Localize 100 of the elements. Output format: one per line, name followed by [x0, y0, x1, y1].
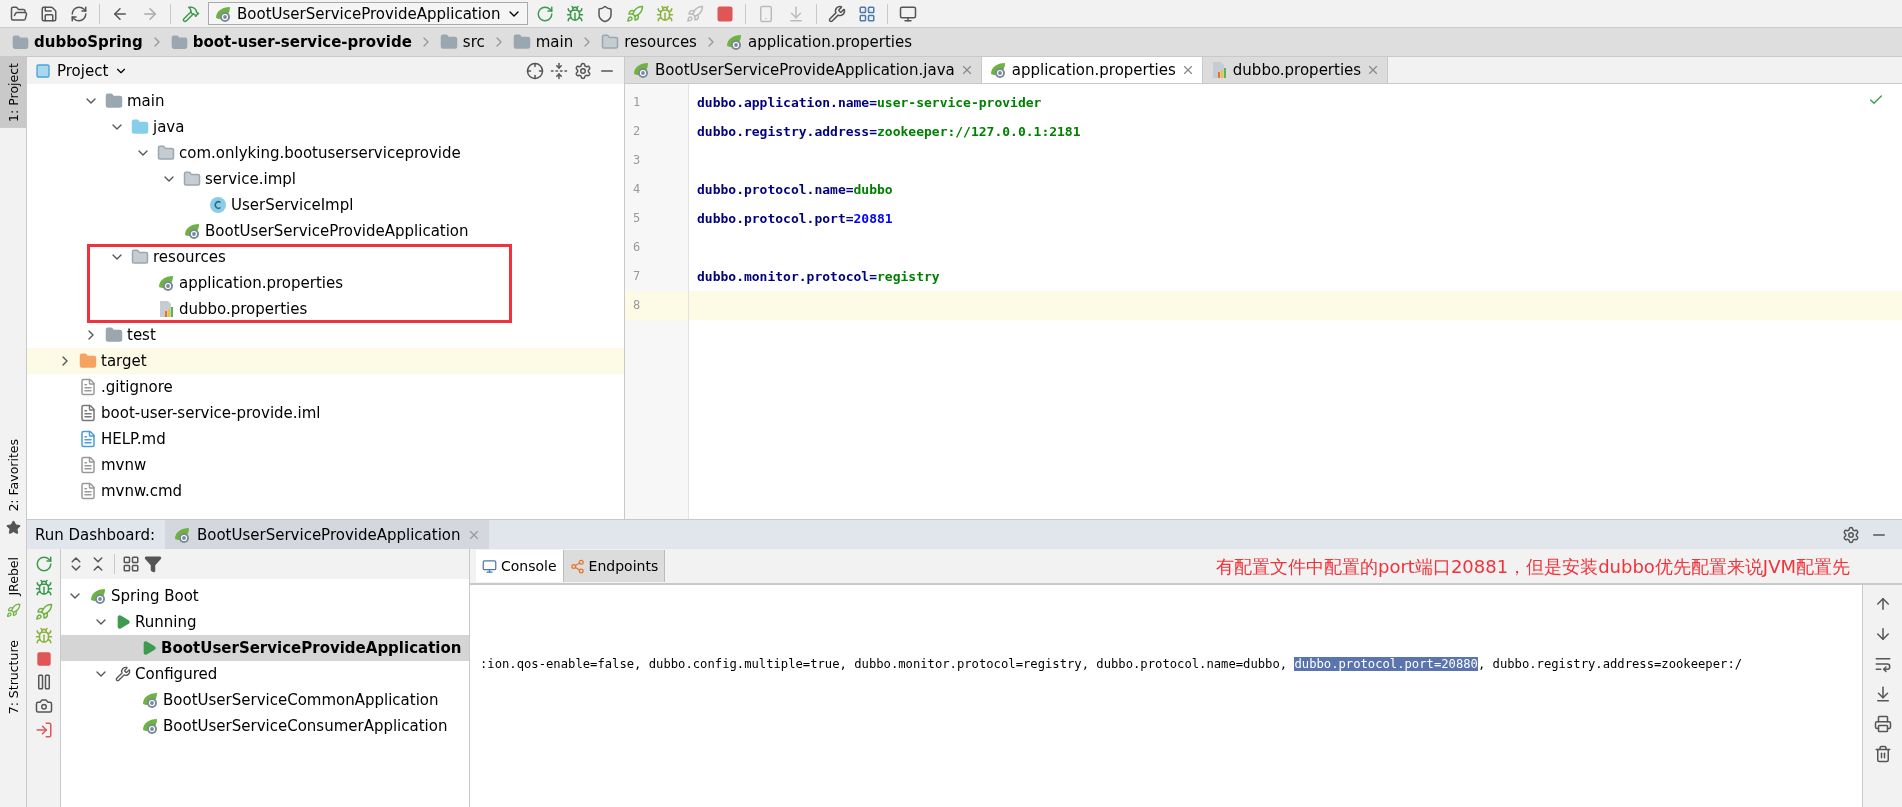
tree-item[interactable]: java — [27, 114, 624, 140]
tree-item[interactable]: mvnw — [27, 452, 624, 478]
spring-leaf-icon — [141, 691, 159, 709]
tree-item[interactable]: application.properties — [27, 270, 624, 296]
tree-item[interactable]: HELP.md — [27, 426, 624, 452]
monitor-icon[interactable] — [898, 4, 917, 23]
settings-wrench-icon[interactable] — [827, 4, 846, 23]
filter-icon[interactable] — [144, 555, 162, 573]
side-tab[interactable]: 7: Structure — [0, 634, 26, 721]
breadcrumb[interactable]: boot-user-service-provide — [164, 33, 418, 51]
run-tree-label: Spring Boot — [111, 587, 199, 605]
properties-file-icon — [157, 300, 175, 318]
tree-item-label: .gitignore — [101, 378, 173, 396]
property-key: dubbo.protocol.port= — [697, 211, 854, 226]
open-folder-icon[interactable] — [10, 4, 28, 23]
line-number: 2 — [632, 123, 642, 140]
tree-item[interactable]: .gitignore — [27, 374, 624, 400]
run-tree-item[interactable]: BootUserServiceCommonApplication — [61, 687, 469, 713]
property-key: dubbo.protocol.name= — [697, 182, 854, 197]
breadcrumb[interactable]: src — [433, 33, 491, 51]
locate-icon[interactable] — [526, 61, 544, 80]
settings-icon[interactable] — [574, 61, 592, 80]
editor-tab[interactable]: BootUserServiceProvideApplication.java — [625, 57, 982, 83]
exit-icon[interactable] — [34, 721, 53, 739]
debug-icon[interactable] — [34, 579, 53, 597]
tree-item[interactable]: dubbo.properties — [27, 296, 624, 322]
star-icon[interactable] — [5, 519, 21, 535]
group-icon[interactable] — [122, 555, 140, 573]
tree-item[interactable]: target — [27, 348, 624, 374]
refresh-icon[interactable] — [70, 4, 88, 23]
line-number: 4 — [632, 181, 642, 198]
tree-item[interactable]: test — [27, 322, 624, 348]
folder-icon — [79, 352, 97, 370]
project-view-selector[interactable]: Project — [35, 61, 129, 80]
breadcrumb[interactable]: application.properties — [718, 33, 918, 51]
save-icon[interactable] — [40, 4, 58, 23]
spring-leaf-icon — [89, 587, 107, 605]
tree-item-label: java — [153, 118, 185, 136]
run-tree-item[interactable]: Running — [61, 609, 469, 635]
camera-icon[interactable] — [34, 697, 53, 715]
line-number: 5 — [632, 210, 642, 227]
run-tree-item[interactable]: BootUserServiceConsumerApplication — [61, 713, 469, 739]
window-icon — [35, 62, 51, 79]
run-tree-item[interactable]: Configured — [61, 661, 469, 687]
module-file-icon — [79, 404, 97, 422]
folder-icon — [439, 33, 458, 51]
debug-icon[interactable] — [565, 4, 584, 23]
tree-item[interactable]: service.impl — [27, 166, 624, 192]
trash-icon[interactable] — [1873, 745, 1892, 763]
line-number: 1 — [632, 94, 642, 111]
breadcrumb[interactable]: resources — [595, 33, 703, 51]
property-value: registry — [877, 269, 940, 284]
side-tab[interactable]: 1: Project — [0, 57, 26, 128]
console-tab[interactable]: Console — [476, 550, 564, 582]
run-configuration-dropdown[interactable]: BootUserServiceProvideApplication — [208, 2, 528, 25]
property-key: dubbo.application.name= — [697, 95, 877, 110]
rerun-icon[interactable] — [535, 4, 554, 23]
hammer-icon[interactable] — [182, 4, 200, 23]
wrap-icon[interactable] — [1873, 655, 1892, 673]
editor-tab[interactable]: dubbo.properties — [1202, 57, 1389, 83]
breadcrumb[interactable]: main — [506, 33, 580, 51]
tree-item[interactable]: boot-user-service-provide.iml — [27, 400, 624, 426]
side-tab[interactable]: JRebel — [0, 550, 26, 602]
structure-grid-icon[interactable] — [857, 4, 876, 23]
folder-icon — [105, 326, 123, 344]
stop-icon[interactable] — [715, 4, 734, 23]
rerun-icon[interactable] — [34, 555, 53, 573]
run-tree-item[interactable]: BootUserServiceProvideApplication — [61, 635, 469, 661]
tree-item[interactable]: BootUserServiceProvideApplication — [27, 218, 624, 244]
line-number: 7 — [632, 268, 642, 285]
folder-icon — [131, 118, 149, 136]
print-icon[interactable] — [1873, 715, 1892, 733]
tree-item[interactable]: main — [27, 88, 624, 114]
package-icon — [183, 170, 201, 188]
settings-icon[interactable] — [1842, 525, 1860, 544]
tree-item[interactable]: com.onlyking.bootuserserviceprovide — [27, 140, 624, 166]
tree-item-label: boot-user-service-provide.iml — [101, 404, 321, 422]
run-tree-label: Configured — [135, 665, 218, 683]
collapse-icon[interactable] — [550, 61, 568, 80]
spring-leaf-icon — [157, 274, 175, 292]
tree-item-label: application.properties — [179, 274, 344, 292]
run-tree-item[interactable]: Spring Boot — [61, 583, 469, 609]
tree-item[interactable]: mvnw.cmd — [27, 478, 624, 504]
run-dashboard-tab[interactable]: BootUserServiceProvideApplication — [164, 520, 489, 549]
line-number: 8 — [625, 291, 688, 320]
console-icon — [482, 558, 497, 574]
editor-tab[interactable]: application.properties — [981, 57, 1203, 83]
markdown-file-icon — [79, 430, 97, 448]
spring-leaf-icon — [214, 4, 232, 23]
run-tree-label: BootUserServiceProvideApplication — [161, 639, 462, 657]
stop-icon[interactable] — [35, 651, 52, 667]
spring-leaf-icon — [183, 222, 201, 240]
breadcrumb[interactable]: dubboSpring — [6, 33, 149, 51]
tree-item[interactable]: UserServiceImpl — [27, 192, 624, 218]
side-tab[interactable]: 2: Favorites — [0, 432, 26, 518]
console-tab[interactable]: Endpoints — [563, 550, 666, 582]
resources-folder-icon — [601, 33, 620, 51]
tree-item[interactable]: resources — [27, 244, 624, 270]
property-key: dubbo.monitor.protocol= — [697, 269, 877, 284]
package-icon — [157, 144, 175, 162]
